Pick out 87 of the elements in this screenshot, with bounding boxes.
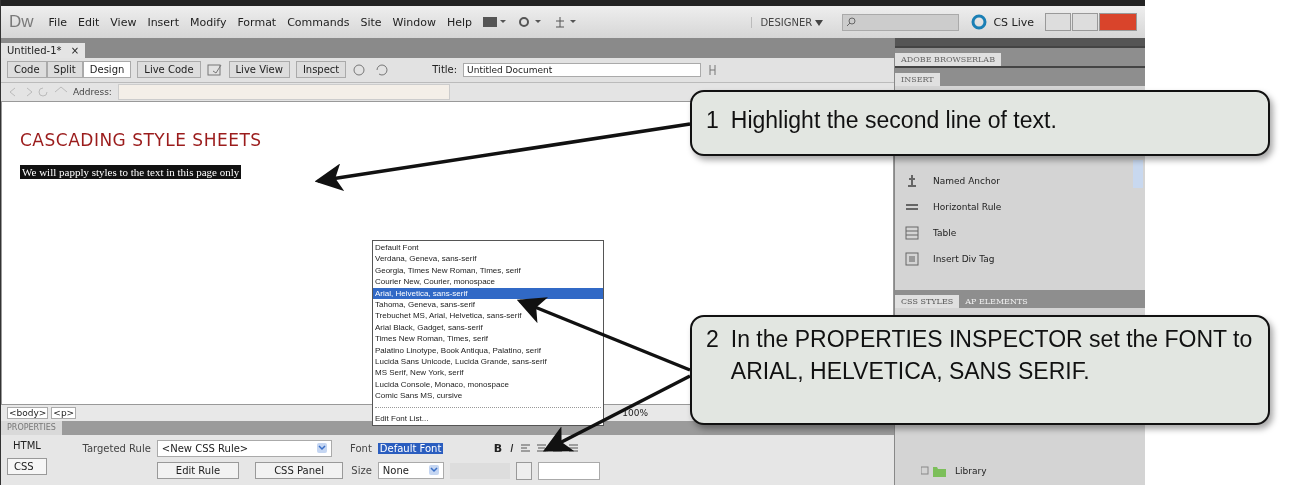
bold-button[interactable]: B <box>493 442 503 456</box>
insert-item[interactable]: Insert Div Tag <box>933 254 995 264</box>
mode-button[interactable]: HTML <box>7 438 47 453</box>
search-field[interactable] <box>842 13 960 31</box>
menu-item[interactable]: Window <box>392 15 436 29</box>
font-option[interactable]: Courier New, Courier, monospace <box>373 276 603 288</box>
minimize-button[interactable] <box>1045 13 1071 31</box>
font-option[interactable]: Trebuchet MS, Arial, Helvetica, sans-serif <box>373 310 603 322</box>
step-number: 2 <box>706 325 719 354</box>
insert-item[interactable]: Horizontal Rule <box>933 202 1002 212</box>
document-tab[interactable]: Untitled-1* × <box>1 42 86 58</box>
tag-selector-item[interactable]: <p> <box>51 407 77 419</box>
div-icon <box>905 252 919 266</box>
layout-icon[interactable] <box>483 16 508 28</box>
check-icon[interactable] <box>206 62 223 77</box>
font-option[interactable]: Georgia, Times New Roman, Times, serif <box>373 264 603 277</box>
targeted-rule-label: Targeted Rule <box>81 443 151 455</box>
dropdown-arrow-icon <box>428 465 439 476</box>
menu-item[interactable]: Help <box>446 15 473 29</box>
address-label: Address: <box>73 86 112 97</box>
font-option[interactable]: Lucida Sans Unicode, Lucida Grande, sans-serif <box>373 356 603 368</box>
font-option[interactable]: Default Font <box>373 242 603 254</box>
anchor-icon <box>905 174 919 188</box>
view-button[interactable]: Split <box>46 61 83 79</box>
page-heading: CASCADING STYLE SHEETS <box>20 129 263 150</box>
font-option[interactable]: Times New Roman, Times, serif <box>373 333 603 345</box>
tag-selector-item[interactable]: <body> <box>7 407 49 419</box>
italic-button[interactable]: I <box>510 442 514 456</box>
panel-tab[interactable]: INSERT <box>895 73 940 86</box>
selected-paragraph: We will papply styles to the text in this page only <box>20 164 242 179</box>
app-logo: Dw <box>9 12 34 32</box>
edit-font-list-option[interactable]: Edit Font List... <box>373 412 603 425</box>
font-option[interactable]: Lucida Console, Monaco, monospace <box>373 378 603 391</box>
live-code-button[interactable]: Live Code <box>137 61 201 79</box>
search-icon <box>846 17 857 27</box>
font-option[interactable]: Verdana, Geneva, sans-serif <box>373 253 603 265</box>
mode-button[interactable]: CSS <box>7 458 47 475</box>
font-option[interactable]: Tahoma, Geneva, sans-serif <box>373 299 603 311</box>
menu-item[interactable]: Insert <box>147 15 179 29</box>
color-swatch[interactable] <box>515 462 532 480</box>
edit-rule-button[interactable]: Edit Rule <box>156 462 240 480</box>
font-label: Font <box>349 443 372 455</box>
step-text: Highlight the second line of text. <box>730 106 1058 135</box>
insert-item[interactable]: Table <box>933 228 957 238</box>
folder-label[interactable]: Library <box>955 466 987 476</box>
panel-tab[interactable]: ADOBE BROWSERLAB <box>895 53 1001 66</box>
scrollbar[interactable] <box>1133 160 1143 188</box>
folder-icon <box>921 465 947 477</box>
menu-item[interactable]: View <box>110 15 137 29</box>
table-icon <box>905 226 919 240</box>
font-option[interactable]: MS Serif, New York, serif <box>373 367 603 379</box>
cs-live-button[interactable]: CS Live <box>993 15 1034 29</box>
navigation-icon[interactable] <box>7 85 67 98</box>
view-button[interactable]: Code <box>7 61 47 79</box>
refresh-icon[interactable] <box>374 62 391 77</box>
close-button[interactable] <box>1099 13 1137 31</box>
menu-item[interactable]: Edit <box>78 15 100 29</box>
size-select[interactable]: None <box>377 462 444 480</box>
font-option[interactable]: Palatino Linotype, Book Antiqua, Palatino, serif <box>373 344 603 357</box>
font-option[interactable]: Arial Black, Gadget, sans-serif <box>373 321 603 334</box>
menu-item[interactable]: Modify <box>189 15 227 29</box>
panel-tab[interactable]: CSS STYLES <box>895 295 960 308</box>
css-panel-button[interactable]: CSS Panel <box>255 462 343 480</box>
menu-item[interactable]: File <box>48 15 67 29</box>
maximize-button[interactable] <box>1072 13 1098 31</box>
step-text: In the PROPERTIES INSPECTOR set the FONT to ARIAL, HELVETICA, SANS SERIF. <box>730 325 1254 386</box>
targeted-rule-select[interactable]: <New CSS Rule> <box>156 440 332 458</box>
insert-item[interactable]: Named Anchor <box>933 176 1000 186</box>
dropdown-arrow-icon <box>316 443 327 454</box>
font-option[interactable]: Arial, Helvetica, sans-serif <box>373 287 603 300</box>
title-label: Title: <box>432 64 458 76</box>
caret-icon <box>815 19 824 26</box>
address-field[interactable] <box>117 83 450 100</box>
menu-item[interactable]: Site <box>360 15 382 29</box>
inspect-button[interactable]: Inspect <box>295 61 347 79</box>
cs-live-icon <box>970 13 989 31</box>
gear-icon[interactable] <box>518 16 543 28</box>
size-label: Size <box>350 465 372 477</box>
title-field[interactable]: Untitled Document <box>463 62 702 77</box>
menu-item[interactable]: Format <box>237 15 277 29</box>
step-number: 1 <box>706 106 719 135</box>
menu-item[interactable]: Commands <box>287 15 350 29</box>
view-button[interactable]: Design <box>82 61 132 79</box>
live-view-button[interactable]: Live View <box>228 61 290 79</box>
workspace-switcher[interactable]: DESIGNER <box>751 16 832 28</box>
color-field[interactable] <box>537 462 600 480</box>
font-option[interactable]: Comic Sans MS, cursive <box>373 390 603 402</box>
